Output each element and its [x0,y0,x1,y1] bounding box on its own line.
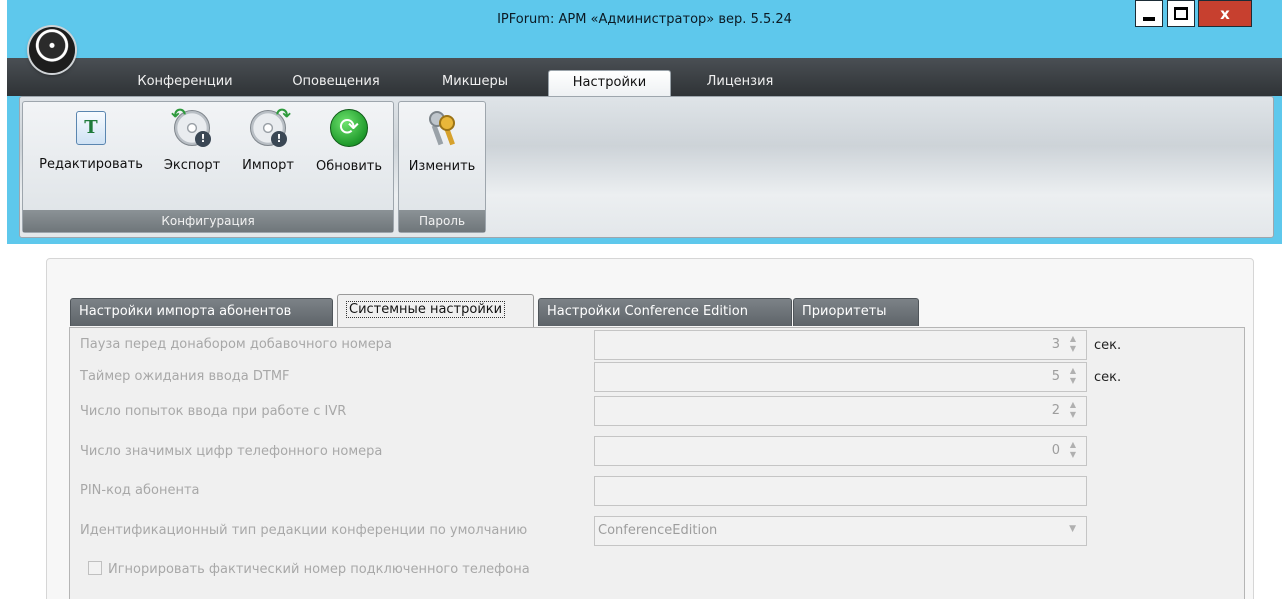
tab-system-settings[interactable]: Системные настройки [337,294,534,328]
content-area: Настройки импорта абонентов Системные на… [7,244,1282,599]
refresh-button[interactable]: ⟳ Обновить [308,108,390,174]
ivr-attempts-label: Число попыток ввода при работе с IVR [80,404,347,419]
dtmf-timer-spinbox[interactable]: 5 ▲ ▼ [594,362,1087,392]
pin-label: PIN-код абонента [80,483,200,498]
change-password-label: Изменить [408,159,476,174]
ignore-phone-checkbox[interactable] [88,561,102,575]
significant-digits-value: 0 [1051,443,1060,458]
ignore-phone-label: Игнорировать фактический номер подключен… [108,562,530,577]
significant-digits-spinbox[interactable]: 0 ▲ ▼ [594,436,1087,466]
export-button-label: Экспорт [163,158,221,173]
spin-arrows-icon[interactable]: ▲ ▼ [1068,366,1078,386]
minimize-icon [1143,16,1155,21]
ivr-attempts-value: 2 [1051,403,1060,418]
import-disc-icon: ↷! [250,105,291,147]
ivr-attempts-spinbox[interactable]: 2 ▲ ▼ [594,396,1087,426]
system-settings-page: Пауза перед донабором добавочного номера… [69,327,1245,599]
keys-icon [425,109,459,147]
edit-button-label: Редактировать [39,157,143,172]
dtmf-timer-value: 5 [1051,369,1060,384]
ignore-phone-option[interactable]: Игнорировать фактический номер подключен… [88,561,530,577]
spin-arrows-icon[interactable]: ▲ ▼ [1068,400,1078,420]
menu-tab-settings[interactable]: Настройки [548,70,671,96]
minimize-button[interactable] [1135,0,1163,27]
window-title: IPForum: АРМ «Администратор» вер. 5.5.24 [497,12,792,27]
ribbon-group-caption: Пароль [399,210,485,232]
pin-input[interactable] [594,476,1087,506]
dtmf-timer-unit: сек. [1094,370,1122,385]
ribbon-group-configuration: T Редактировать ↶! Экспорт ↷! Импорт ⟳ О… [22,101,394,233]
tab-conference-edition[interactable]: Настройки Conference Edition [538,298,792,326]
refresh-icon: ⟳ [330,109,368,147]
settings-panel: Настройки импорта абонентов Системные на… [46,258,1254,599]
spin-arrows-icon[interactable]: ▲ ▼ [1068,440,1078,460]
ribbon-group-password: Изменить Пароль [398,101,486,233]
spin-arrows-icon[interactable]: ▲ ▼ [1068,334,1078,354]
conference-type-value: ConferenceEdition [598,523,718,538]
pause-label: Пауза перед донабором добавочного номера [80,337,392,352]
pause-spinbox[interactable]: 3 ▲ ▼ [594,330,1087,360]
conference-type-label: Идентификационный тип редакции конференц… [80,523,528,538]
edit-text-icon: T [76,111,106,145]
menu-tab-notifications[interactable]: Оповещения [277,70,395,96]
tab-system-settings-label: Системные настройки [346,301,506,318]
export-button[interactable]: ↶! Экспорт [159,105,225,173]
export-disc-icon: ↶! [171,105,211,147]
tab-import-settings[interactable]: Настройки импорта абонентов [70,298,333,326]
import-button[interactable]: ↷! Импорт [236,105,300,173]
maximize-button[interactable] [1167,0,1195,27]
app-logo[interactable] [29,27,75,73]
pause-value: 3 [1051,337,1060,352]
pause-unit: сек. [1094,338,1122,353]
ribbon: T Редактировать ↶! Экспорт ↷! Импорт ⟳ О… [19,96,1274,238]
title-bar[interactable]: IPForum: АРМ «Администратор» вер. 5.5.24… [7,0,1282,58]
dtmf-timer-label: Таймер ожидания ввода DTMF [80,369,290,384]
import-button-label: Импорт [242,158,294,173]
change-password-button[interactable]: Изменить [401,108,483,174]
tab-priorities[interactable]: Приоритеты [793,298,919,326]
refresh-button-label: Обновить [315,159,383,174]
edit-button[interactable]: T Редактировать [27,108,155,172]
ribbon-group-caption: Конфигурация [23,210,393,232]
close-icon: x [1220,4,1230,23]
significant-digits-label: Число значимых цифр телефонного номера [80,444,383,459]
menu-tab-license[interactable]: Лицензия [696,70,784,96]
conference-type-select[interactable]: ConferenceEdition ▼ [594,516,1087,546]
main-menu-bar: Конференции Оповещения Микшеры Настройки… [7,58,1282,96]
menu-tab-mixers[interactable]: Микшеры [425,70,525,96]
maximize-icon [1174,7,1188,20]
app-window: IPForum: АРМ «Администратор» вер. 5.5.24… [7,0,1282,599]
menu-tab-conferences[interactable]: Конференции [125,70,245,96]
chevron-down-icon[interactable]: ▼ [1069,524,1076,534]
close-button[interactable]: x [1198,0,1252,27]
